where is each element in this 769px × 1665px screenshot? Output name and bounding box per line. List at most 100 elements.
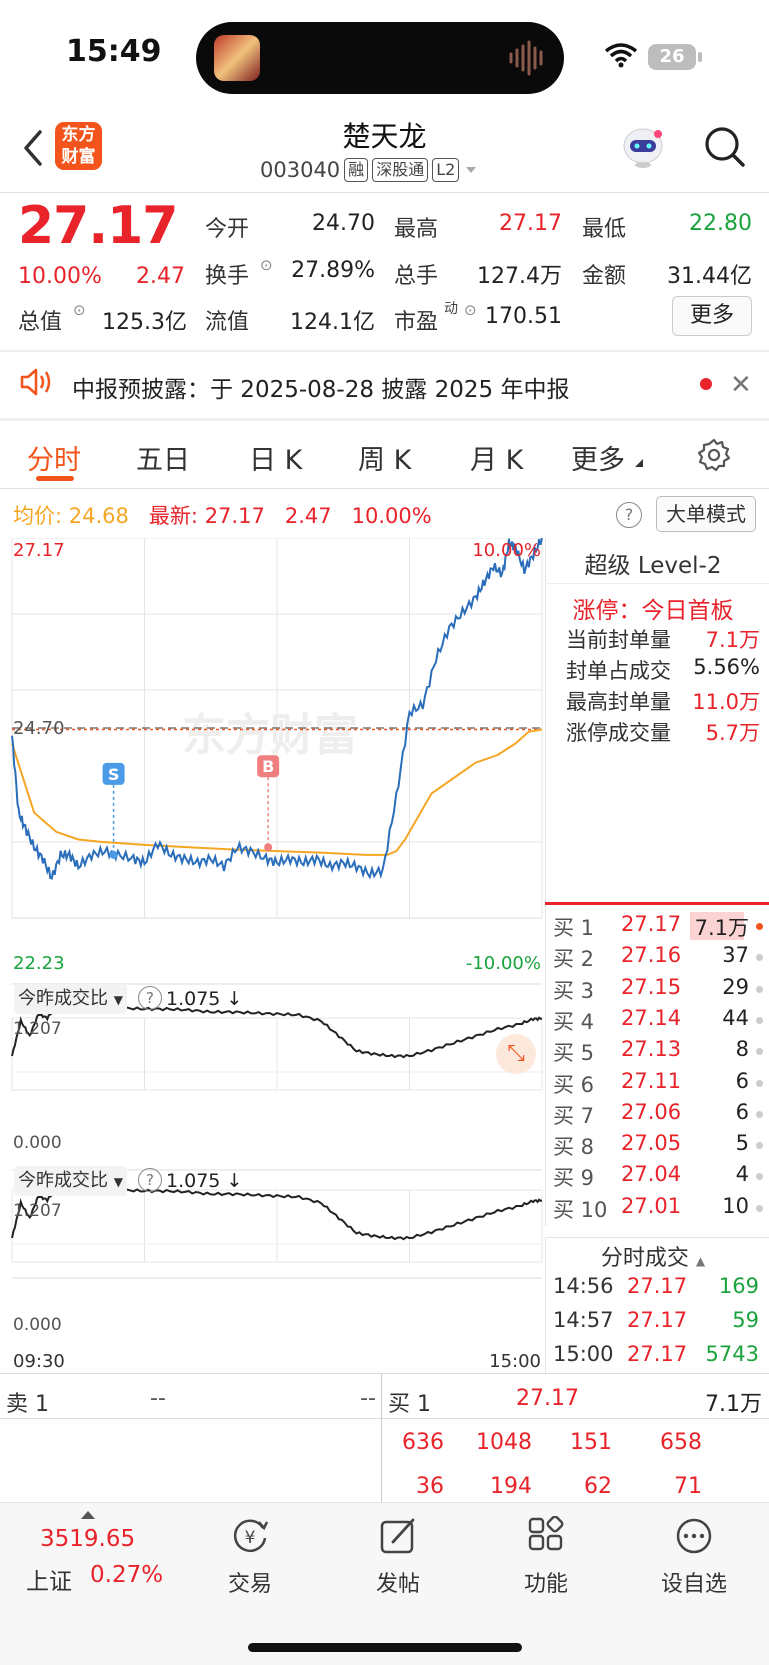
bid-qty: 6 [735,1099,749,1124]
bid-dot [756,1204,763,1212]
bid-row[interactable]: 买 8 27.05 5 [553,1131,763,1161]
help-icon[interactable]: ? [616,502,642,528]
open-value: 24.70 [312,211,375,236]
ratio-selector-2[interactable]: 今昨成交比 ▼ [14,1166,127,1196]
bid-row[interactable]: 买 1 27.17 7.1万 [553,912,763,942]
tab-weekly-k[interactable]: 周 K [358,438,411,477]
bid-qty: 29 [722,974,749,999]
notice-text[interactable]: 中报预披露：于 2025-08-28 披露 2025 年中报 [72,370,569,404]
bid-row[interactable]: 买 10 27.01 10 [553,1194,763,1224]
bid-row[interactable]: 买 9 27.04 4 [553,1162,763,1192]
bid-row[interactable]: 买 4 27.14 44 [553,1006,763,1036]
queue-order: 71 [674,1474,702,1499]
index-percent[interactable]: 0.27% [90,1562,163,1588]
info-dots-icon[interactable]: ⊙ [73,301,86,319]
caret-icon [635,459,643,467]
up-caret-icon[interactable] [80,1510,96,1520]
bid-label: 买 2 [553,947,595,972]
tab-intraday[interactable]: 分时 [27,438,81,477]
bid-row[interactable]: 买 6 27.11 6 [553,1069,763,1099]
latest-change: 2.47 [284,504,332,528]
unread-dot [700,378,712,390]
tab-post[interactable]: 发帖 [338,1516,458,1598]
tab-more[interactable]: 更多 [571,438,625,477]
bid-row[interactable]: 买 7 27.06 6 [553,1100,763,1130]
bid-row[interactable]: 买 2 27.16 37 [553,943,763,973]
limit-up-status: 涨停：今日首板 [572,598,734,624]
help-icon[interactable]: ? [138,986,162,1010]
tab-five-day[interactable]: 五日 [136,438,190,477]
low-value: 22.80 [689,211,752,236]
y-top-label: 27.17 [13,540,65,561]
change-amount: 2.47 [136,264,185,289]
bid-list-mask [545,1226,769,1237]
big-order-mode-button[interactable]: 大单模式 [656,496,756,532]
ratio-bottom-label: 0.000 [13,1133,62,1153]
ratio-top-label: 1.207 [13,1201,62,1221]
divider [0,1373,769,1374]
sell1-label: 卖 1 [6,1392,49,1417]
bid-price: 27.04 [621,1162,682,1187]
help-icon[interactable]: ? [138,1168,162,1192]
bid-dot [756,1048,763,1056]
search-icon[interactable] [704,126,746,168]
latest-label: 最新: [148,504,198,528]
level2-title: 超级 Level-2 [584,553,722,579]
pe-label: 市盈 [394,310,439,335]
ratio-top-label: 1.207 [13,1019,62,1039]
tab-trade[interactable]: ¥ 交易 [190,1516,310,1598]
queue-order: 36 [416,1474,444,1499]
price-summary-line: 均价: 24.68 最新: 27.17 2.47 10.00% [13,500,432,530]
bid-row[interactable]: 买 5 27.13 8 [553,1037,763,1067]
tab-add-watchlist[interactable]: 设自选 [634,1516,754,1598]
turnover-value: 27.89% [291,258,375,283]
ratio-selector-1[interactable]: 今昨成交比 ▼ [14,984,127,1014]
ratio-bottom-label: 0.000 [13,1315,62,1335]
tag-stock-connect: 深股通 [372,158,429,182]
latest-value: 27.17 [204,504,265,528]
tab-functions[interactable]: 功能 [486,1515,606,1598]
change-percent: 10.00% [18,264,102,289]
bid-qty: 6 [735,1068,749,1093]
info-dots-icon[interactable]: ⊙ [464,301,477,319]
high-label: 最高 [394,217,439,242]
info-dots-icon[interactable]: ⊙ [260,256,273,274]
tab-daily-k[interactable]: 日 K [249,438,302,477]
buy1-qty: 7.1万 [705,1392,762,1417]
buy1-price: 27.17 [516,1386,579,1411]
pe-superscript: 动 [444,301,458,317]
tab-monthly-k[interactable]: 月 K [470,438,523,477]
expand-icon[interactable]: ⤡ [496,1034,536,1074]
more-button[interactable]: 更多 [672,296,752,336]
high-value: 27.17 [499,211,562,236]
turnover-label: 换手 [205,264,250,289]
more-dots-icon [676,1518,712,1554]
svg-text:¥: ¥ [245,1528,256,1548]
close-icon[interactable]: ✕ [730,370,752,400]
intraday-chart[interactable]: 东方财富 S B 27.17 10.00% 24.70 22.23 -10.00%… [0,538,546,1378]
tag-level2: L2 [432,158,460,182]
bid-label: 买 5 [553,1041,595,1066]
bid-price: 27.16 [621,943,682,968]
index-value[interactable]: 3519.65 [40,1526,135,1552]
amount-label: 金额 [582,264,627,289]
music-artwork-icon[interactable] [214,35,260,81]
bid-label: 买 3 [553,978,595,1003]
bid-label: 买 9 [553,1166,595,1191]
caret-down-icon[interactable] [463,165,479,175]
trades-title[interactable]: 分时成交 ▲ [546,1240,760,1272]
tab-post-label: 发帖 [375,1572,420,1597]
tab-functions-label: 功能 [523,1572,568,1597]
bid-row[interactable]: 买 3 27.15 29 [553,975,763,1005]
assistant-robot-icon[interactable] [620,124,666,170]
bid-dot [756,1173,763,1181]
stock-code-row[interactable]: 003040 融 深股通 L2 [260,158,479,182]
volume-label: 总手 [394,264,439,289]
y-bottom-label: 22.23 [13,953,65,974]
tab-trade-label: 交易 [227,1572,272,1597]
index-name[interactable]: 上证 [26,1562,72,1596]
low-label: 最低 [582,217,627,242]
home-indicator[interactable] [248,1643,522,1652]
divider [0,488,769,489]
gear-icon[interactable] [697,438,731,472]
